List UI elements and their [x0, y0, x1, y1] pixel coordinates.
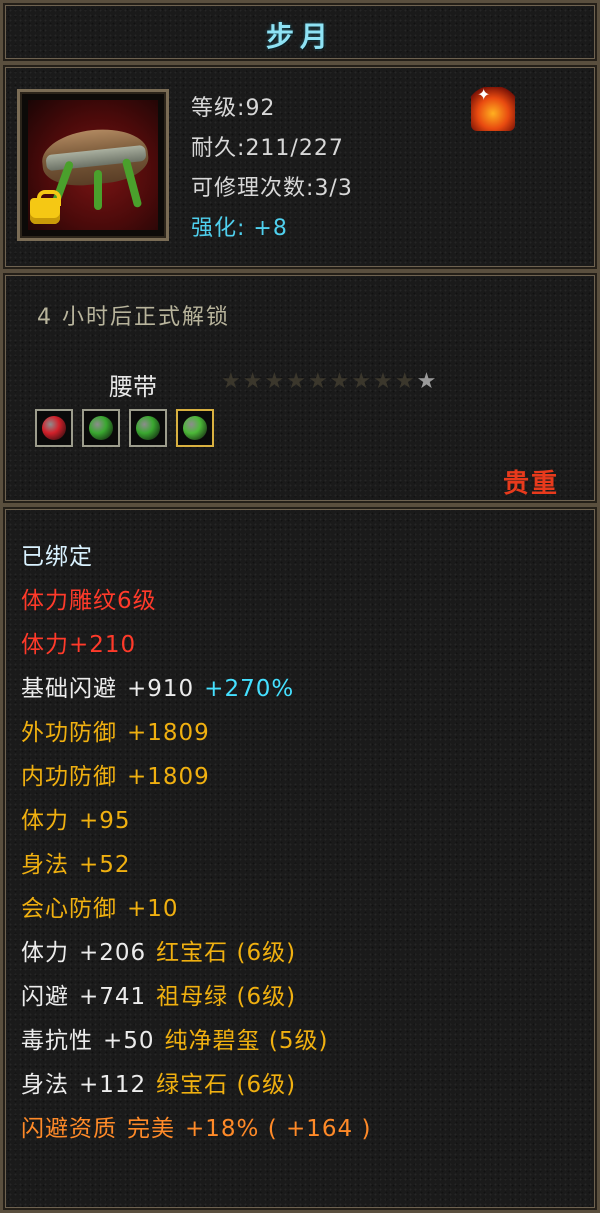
emerald-socket-icon[interactable] [82, 409, 120, 447]
attribute-text: +1809 [127, 720, 210, 746]
attribute-text: 体力+210 [21, 632, 137, 658]
attribute-row: 基础闪避 +910 +270% [21, 667, 381, 711]
attribute-row: 身法 +112 绿宝石 (6级) [21, 1063, 381, 1107]
lock-icon [30, 190, 61, 224]
attribute-text: +95 [79, 808, 131, 834]
attribute-text: 祖母绿 (6级) [156, 984, 297, 1010]
unlock-timer: 4 小时后正式解锁 [37, 305, 230, 330]
attribute-text: +270% [204, 676, 295, 702]
attribute-text: 绿宝石 (6级) [156, 1072, 297, 1098]
enhance-stat: 强化: +8 [191, 216, 288, 241]
fire-gem-icon [471, 85, 515, 131]
attribute-text: 外功防御 [21, 720, 117, 746]
attribute-row: 毒抗性 +50 纯净碧玺 (5级) [21, 1019, 381, 1063]
attribute-text: 会心防御 [21, 896, 117, 922]
attribute-text: 纯净碧玺 (5级) [164, 1028, 329, 1054]
belt-icon [28, 100, 158, 230]
attribute-panel: 已绑定 体力雕纹6级 体力+210 基础闪避 +910 +270% 外功防御 +1809 内功防… [0, 504, 600, 1213]
repair-count-stat: 可修理次数:3/3 [191, 176, 353, 201]
item-name: 步月 [265, 20, 334, 53]
star-icon: ★ [264, 369, 287, 394]
attribute-text: 体力 [21, 940, 69, 966]
attribute-row: 体力 +95 [21, 799, 381, 843]
star-rating: ★★★★★★★★★★ [221, 369, 438, 394]
attribute-row: 身法 +52 [21, 843, 381, 887]
attribute-row: 会心防御 +10 [21, 887, 381, 931]
attribute-row: 已绑定 [21, 535, 381, 579]
gem-icon [183, 416, 207, 440]
star-icon: ★ [394, 369, 417, 394]
star-icon: ★ [351, 369, 374, 394]
title-bar: 步月 [0, 0, 600, 64]
star-icon: ★ [329, 369, 352, 394]
star-icon: ★ [221, 369, 243, 394]
attribute-row: 体力 +206 红宝石 (6级) [21, 931, 381, 975]
attribute-text: +206 [79, 940, 147, 966]
attribute-list: 已绑定 体力雕纹6级 体力+210 基础闪避 +910 +270% 外功防御 +1809 内功防… [21, 535, 381, 1151]
emerald-socket-icon[interactable] [129, 409, 167, 447]
rarity-label: 贵重 [502, 469, 559, 499]
star-icon: ★ [286, 369, 308, 394]
attribute-text: 完美 [127, 1116, 175, 1142]
star-icon: ★ [416, 369, 439, 394]
jade-socket-icon[interactable] [176, 409, 214, 447]
attribute-row: 外功防御 +1809 [21, 711, 381, 755]
star-icon: ★ [307, 369, 330, 394]
item-icon-frame[interactable] [17, 89, 169, 241]
star-icon: ★ [373, 369, 395, 394]
item-type: 腰带 [109, 373, 157, 401]
attribute-text: 身法 [21, 852, 69, 878]
attribute-row: 闪避 +741 祖母绿 (6级) [21, 975, 381, 1019]
attribute-row: 闪避资质 完美 +18% ( +164 ) [21, 1107, 381, 1151]
attribute-text: 毒抗性 [21, 1028, 93, 1054]
attribute-text: +112 [79, 1072, 147, 1098]
attribute-text: +18% ( +164 ) [185, 1116, 372, 1142]
attribute-text: +10 [127, 896, 179, 922]
durability-stat: 耐久:211/227 [191, 136, 344, 161]
ruby-socket-icon[interactable] [35, 409, 73, 447]
gem-icon [89, 416, 113, 440]
gem-sockets [35, 409, 214, 447]
item-header: 等级:92 耐久:211/227 可修理次数:3/3 强化: +8 [0, 62, 600, 272]
attribute-text: 体力雕纹6级 [21, 588, 157, 614]
attribute-text: +1809 [127, 764, 210, 790]
attribute-text: 红宝石 (6级) [156, 940, 297, 966]
attribute-text: 已绑定 [21, 544, 93, 570]
attribute-text: +910 [127, 676, 195, 702]
attribute-row: 体力+210 [21, 623, 381, 667]
attribute-text: 内功防御 [21, 764, 117, 790]
attribute-text: 闪避资质 [21, 1116, 117, 1142]
gem-icon [136, 416, 160, 440]
attribute-text: +52 [79, 852, 131, 878]
gem-icon [42, 416, 66, 440]
star-icon: ★ [242, 369, 265, 394]
basic-stats: 等级:92 耐久:211/227 可修理次数:3/3 强化: +8 [191, 89, 353, 249]
attribute-text: 闪避 [21, 984, 69, 1010]
attribute-row: 体力雕纹6级 [21, 579, 381, 623]
attribute-row: 内功防御 +1809 [21, 755, 381, 799]
item-info: 4 小时后正式解锁 腰带 ★★★★★★★★★★ 贵重 [0, 270, 600, 506]
attribute-text: 基础闪避 [21, 676, 117, 702]
attribute-text: 身法 [21, 1072, 69, 1098]
attribute-text: +741 [79, 984, 147, 1010]
attribute-text: 体力 [21, 808, 69, 834]
level-stat: 等级:92 [191, 96, 276, 121]
attribute-text: +50 [103, 1028, 155, 1054]
